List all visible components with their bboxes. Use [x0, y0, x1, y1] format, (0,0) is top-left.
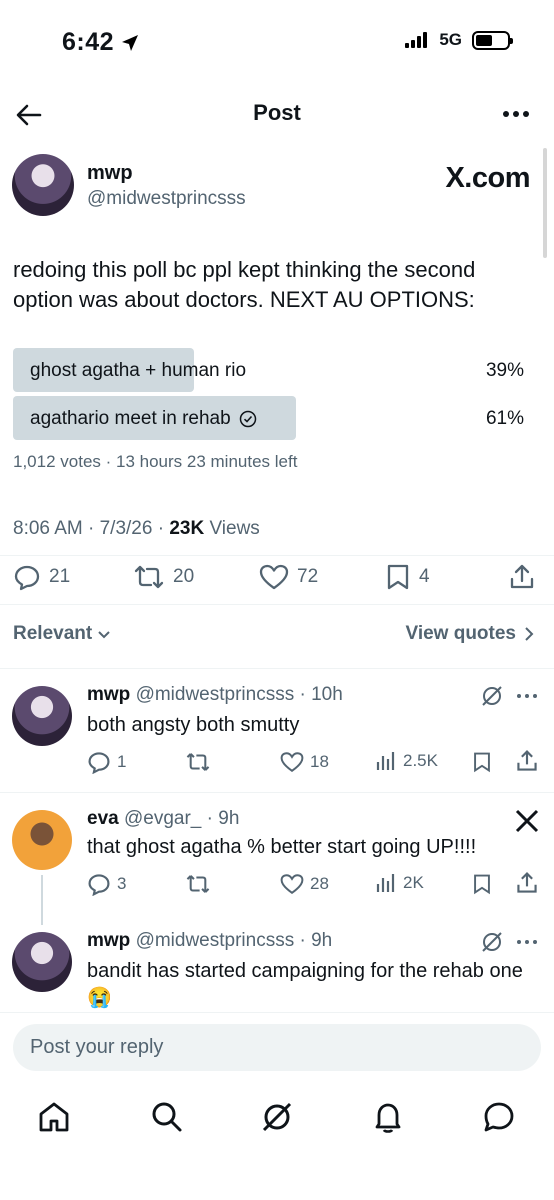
reply-composer-input[interactable]: Post your reply	[13, 1024, 541, 1071]
chevron-down-icon	[98, 631, 110, 639]
xcom-watermark: X.com	[445, 162, 530, 194]
reply-icon	[14, 565, 40, 591]
poll-option-2-percent: 61%	[485, 408, 524, 429]
avatar[interactable]	[12, 154, 74, 216]
location-arrow-icon	[122, 34, 139, 51]
poll-option-2: agathario meet in rehab	[30, 408, 257, 430]
reply-views-button[interactable]: 2.5K	[375, 750, 438, 772]
signal-icon	[405, 32, 428, 48]
network-label: 5G	[439, 30, 462, 49]
repost-icon	[186, 875, 210, 893]
poll-option-2-label: agathario meet in rehab	[30, 408, 231, 429]
reply-reply-button[interactable]: 3	[87, 872, 126, 896]
search-icon[interactable]	[149, 1099, 185, 1135]
reply-author[interactable]: mwp @midwestprincsss · 10h	[87, 684, 343, 706]
reply-handle: @midwestprincsss · 10h	[135, 684, 343, 705]
grok-icon[interactable]	[480, 684, 504, 708]
bookmark-count: 4	[419, 566, 430, 587]
reply-avatar[interactable]	[12, 810, 72, 870]
repost-icon	[186, 753, 210, 771]
reply-button[interactable]: 21	[13, 563, 70, 591]
reply-text: that ghost agatha % better start going U…	[87, 836, 477, 858]
reply-text: both angsty both smutty	[87, 714, 300, 736]
views-chart-icon	[376, 874, 395, 892]
reply-author[interactable]: eva @evgar_ · 9h	[87, 808, 239, 830]
reply-author[interactable]: mwp @midwestprincsss · 9h	[87, 930, 332, 952]
repost-count: 20	[173, 566, 195, 587]
notifications-icon[interactable]	[370, 1099, 406, 1135]
bookmark-icon	[387, 564, 409, 590]
views-chart-icon	[376, 752, 395, 770]
reply-handle: @midwestprincsss · 9h	[135, 930, 333, 951]
reply-like-button[interactable]: 18	[280, 750, 329, 774]
reply-repost-button[interactable]	[185, 750, 217, 774]
grok-icon[interactable]	[259, 1099, 295, 1135]
status-indicators: 5G	[405, 30, 513, 50]
views-count: 23K	[169, 518, 205, 539]
timestamp: 8:06 AM · 7/3/26 ·	[13, 518, 170, 539]
scrollbar[interactable]	[543, 148, 547, 258]
reply-icon	[88, 752, 110, 774]
share-icon[interactable]	[515, 749, 539, 773]
reply-avatar[interactable]	[12, 686, 72, 746]
reply-reply-button[interactable]: 1	[87, 750, 126, 774]
more-options-icon[interactable]	[502, 110, 530, 118]
author-handle[interactable]: @midwestprincsss	[87, 188, 246, 210]
heart-icon	[280, 752, 304, 773]
view-quotes-link[interactable]: View quotes	[405, 623, 536, 645]
more-options-icon[interactable]	[516, 693, 538, 699]
tweet-text: redoing this poll bc ppl kept thinking t…	[13, 257, 476, 312]
reply-handle: @evgar_ · 9h	[123, 808, 240, 829]
more-options-icon[interactable]	[516, 939, 538, 945]
poll-option-1-percent: 39%	[485, 360, 524, 381]
like-button[interactable]: 72	[259, 563, 318, 591]
share-icon[interactable]	[515, 871, 539, 895]
grok-icon[interactable]	[480, 930, 504, 954]
reply-repost-button[interactable]	[185, 872, 217, 896]
like-count: 72	[297, 566, 319, 587]
page-title: Post	[253, 100, 301, 125]
poll-option-1-label: ghost agatha + human rio	[30, 360, 247, 381]
author-name[interactable]: mwp	[87, 162, 133, 185]
bookmark-icon[interactable]	[472, 750, 492, 774]
share-icon[interactable]	[508, 563, 536, 591]
heart-icon	[259, 564, 289, 590]
heart-icon	[280, 874, 304, 895]
reply-views-button[interactable]: 2K	[375, 872, 424, 894]
bookmark-button[interactable]: 4	[385, 563, 430, 591]
status-time: 6:42	[62, 28, 140, 57]
battery-icon	[472, 30, 513, 50]
messages-icon[interactable]	[481, 1099, 517, 1135]
poll-meta: 1,012 votes · 13 hours 23 minutes left	[13, 452, 298, 471]
home-icon[interactable]	[36, 1099, 72, 1135]
x-logo-icon	[515, 809, 539, 833]
reply-avatar[interactable]	[12, 932, 72, 992]
bookmark-icon[interactable]	[472, 872, 492, 896]
thread-connector	[41, 875, 43, 925]
repost-button[interactable]: 20	[133, 563, 194, 591]
reply-like-button[interactable]: 28	[280, 872, 329, 896]
tweet-meta: 8:06 AM · 7/3/26 · 23K Views	[13, 518, 260, 540]
views-label: Views	[204, 518, 260, 539]
sort-relevant-dropdown[interactable]: Relevant	[13, 623, 112, 645]
check-circle-icon	[239, 410, 256, 428]
repost-icon	[134, 565, 164, 589]
chevron-right-icon	[525, 627, 534, 641]
reply-text: bandit has started campaigning for the r…	[87, 960, 523, 1009]
reply-count: 21	[49, 566, 71, 587]
reply-icon	[88, 874, 110, 896]
